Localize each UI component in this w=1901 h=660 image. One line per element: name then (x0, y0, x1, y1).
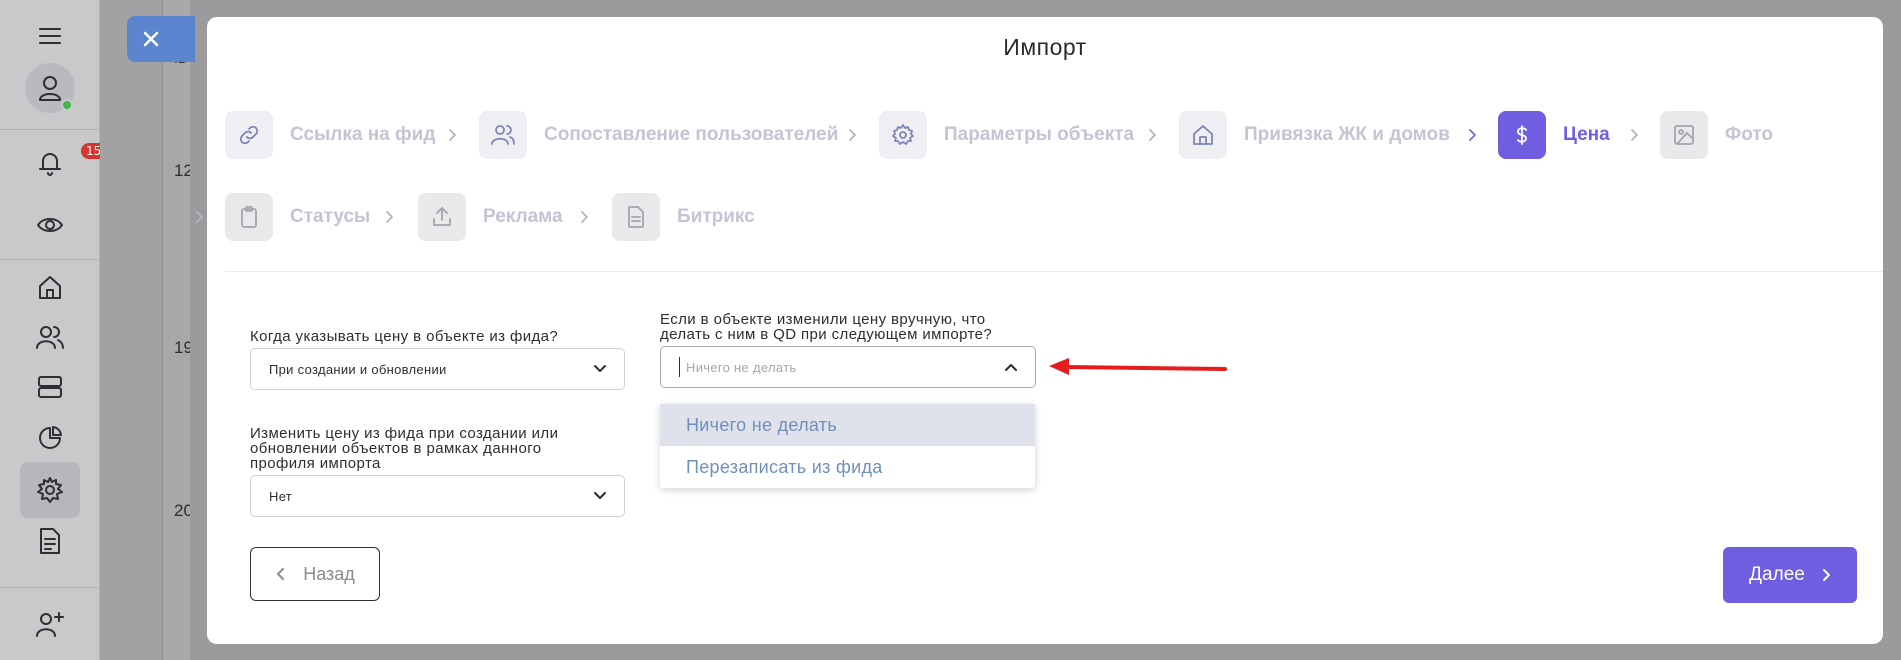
when-price-value: При создании и обновлении (269, 361, 447, 377)
step-label: Параметры объекта (944, 124, 1135, 145)
dollar-icon (1498, 111, 1546, 159)
chevron-up-icon (1004, 360, 1018, 377)
chevron-right-icon (1467, 128, 1477, 142)
app-sidebar: 15+ (0, 0, 117, 660)
home-icon (1179, 111, 1227, 159)
step-label: Сопоставление пользователей (544, 124, 839, 145)
back-button[interactable]: Назад (250, 547, 380, 601)
chevron-right-icon (1629, 128, 1639, 142)
back-button-label: Назад (303, 563, 355, 584)
step-object-params[interactable]: Параметры объекта (879, 110, 1134, 160)
step-label: Привязка ЖК и домов (1244, 124, 1450, 145)
step-label: Цена (1563, 124, 1610, 145)
step-feed-link[interactable]: Ссылка на фид (225, 110, 435, 160)
chevron-down-icon (593, 489, 607, 506)
link-icon (225, 111, 273, 159)
users-icon[interactable] (0, 322, 100, 352)
step-label: Фото (1725, 124, 1774, 145)
chevron-right-icon (384, 210, 394, 224)
menu-icon[interactable] (0, 22, 100, 50)
next-button-label: Далее (1749, 564, 1805, 585)
manual-price-label-line: Если в объекте изменили цену вручную, чт… (660, 311, 986, 328)
text-cursor (679, 357, 680, 377)
document-icon (612, 193, 660, 241)
change-price-value: Нет (269, 488, 293, 504)
change-price-label-line: Изменить цену из фида при создании или (250, 425, 559, 442)
step-bitrix[interactable]: Битрикс (612, 192, 755, 242)
chevron-right-icon (847, 128, 857, 142)
step-label: Ссылка на фид (290, 124, 436, 145)
step-label: Реклама (483, 206, 563, 227)
chevron-right-icon (194, 210, 204, 224)
gear-icon[interactable] (0, 474, 100, 506)
step-photo[interactable]: Фото (1660, 110, 1773, 160)
change-price-label-line: профиля импорта (250, 455, 381, 472)
eye-icon[interactable] (0, 210, 100, 240)
bell-icon (39, 152, 61, 176)
chevron-down-icon (593, 362, 607, 379)
step-complex-binding[interactable]: Привязка ЖК и домов (1179, 110, 1450, 160)
when-price-select[interactable]: При создании и обновлении (250, 348, 625, 390)
close-icon (143, 31, 159, 47)
home-icon[interactable] (0, 272, 100, 302)
manual-price-label-line: делать с ним в QD при следующем импорте? (660, 326, 993, 343)
upload-icon (418, 193, 466, 241)
dropdown-option[interactable]: Перезаписать из фида (660, 446, 1035, 488)
avatar[interactable] (25, 63, 75, 113)
gear-icon (879, 111, 927, 159)
chevron-right-icon (1147, 128, 1157, 142)
close-modal-button[interactable] (127, 16, 195, 62)
clipboard-icon (225, 193, 273, 241)
modal-title: Импорт (1003, 34, 1087, 60)
sidebar-divider (0, 129, 100, 130)
step-price[interactable]: Цена (1498, 110, 1610, 160)
step-user-mapping[interactable]: Сопоставление пользователей (479, 110, 838, 160)
pie-chart-icon[interactable] (0, 423, 100, 453)
change-price-select[interactable]: Нет (250, 475, 625, 517)
sidebar-divider (0, 587, 100, 588)
change-price-label-line: обновлении объектов в рамках данного (250, 440, 542, 457)
next-button[interactable]: Далее (1723, 547, 1857, 603)
notifications-button[interactable]: 15+ (0, 142, 117, 182)
annotation-arrow-icon (1049, 358, 1227, 375)
manual-price-select[interactable]: Ничего не делать (660, 346, 1036, 388)
step-ads[interactable]: Реклама (418, 192, 563, 242)
dropdown-option[interactable]: Ничего не делать (660, 404, 1035, 446)
chevron-left-icon (277, 568, 285, 580)
user-icon (39, 76, 61, 101)
server-icon[interactable] (0, 372, 100, 402)
chevron-right-icon (447, 128, 457, 142)
image-icon (1660, 111, 1708, 159)
step-label: Битрикс (677, 206, 755, 227)
manual-price-dropdown: Ничего не делать Перезаписать из фида (660, 404, 1035, 488)
when-price-label: Когда указывать цену в объекте из фида? (250, 328, 559, 345)
import-modal: Импорт Ссылка на фид Сопоставление польз… (196, 17, 1883, 644)
manual-price-placeholder: Ничего не делать (686, 359, 797, 375)
document-icon[interactable] (0, 526, 100, 556)
users-icon (479, 111, 527, 159)
online-status-dot (61, 99, 73, 111)
add-user-icon[interactable] (0, 608, 100, 640)
user-avatar[interactable] (0, 62, 100, 114)
chevron-right-icon (1822, 569, 1830, 581)
step-statuses[interactable]: Статусы (225, 192, 370, 242)
sidebar-divider (0, 259, 100, 260)
section-divider (225, 271, 1883, 272)
step-label: Статусы (290, 206, 371, 227)
chevron-right-icon (579, 210, 589, 224)
